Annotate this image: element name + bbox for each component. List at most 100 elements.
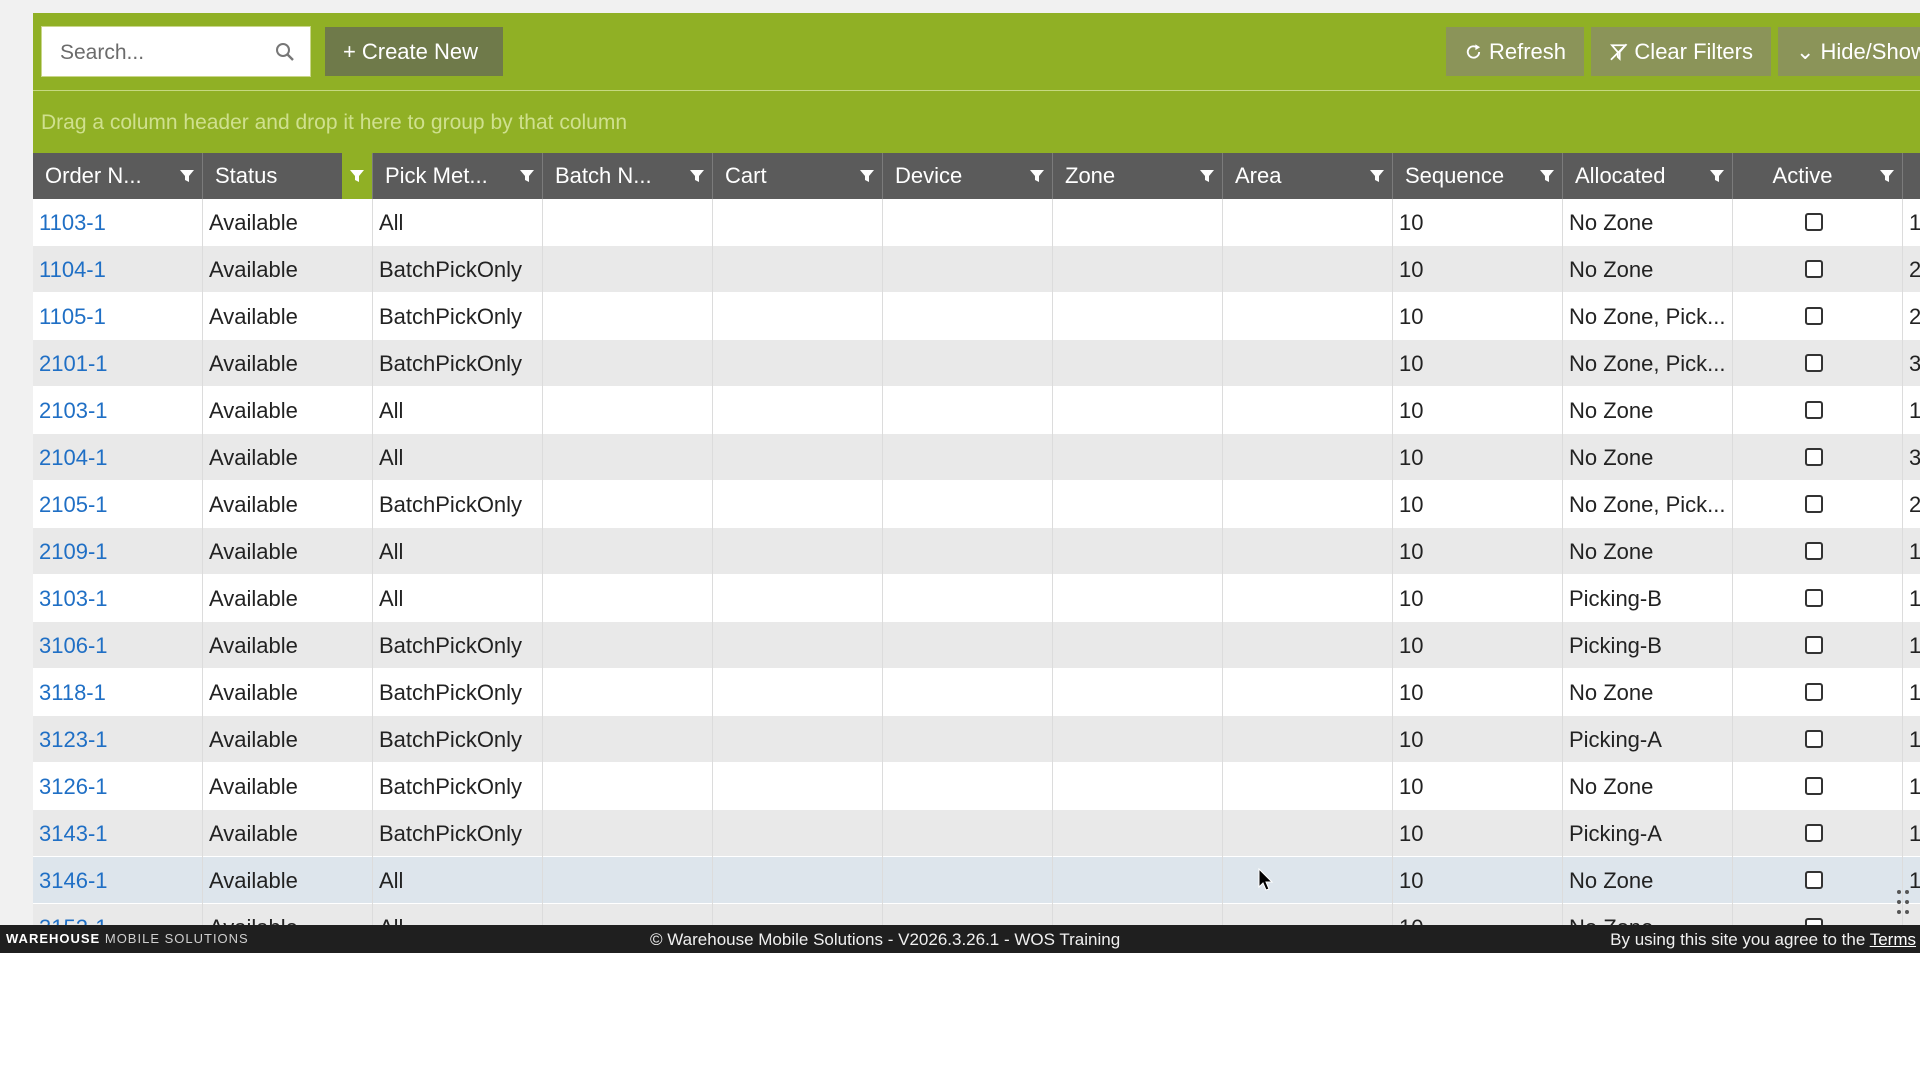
table-row[interactable]: 2103-1 Available All 10 No Zone 1 xyxy=(33,387,1920,434)
order-link[interactable]: 2109-1 xyxy=(39,539,108,565)
active-checkbox[interactable] xyxy=(1805,636,1823,654)
column-header-active[interactable]: Active xyxy=(1733,153,1903,199)
column-header-order[interactable]: Order N... xyxy=(33,153,203,199)
filter-icon[interactable] xyxy=(852,153,882,199)
filter-icon[interactable] xyxy=(682,153,712,199)
order-link[interactable]: 3103-1 xyxy=(39,586,108,612)
cell-order[interactable]: 2103-1 xyxy=(33,387,203,434)
filter-icon[interactable] xyxy=(512,153,542,199)
filter-icon[interactable] xyxy=(172,153,202,199)
cell-sequence: 10 xyxy=(1393,763,1563,810)
table-row[interactable]: 3126-1 Available BatchPickOnly 10 No Zone 1 xyxy=(33,763,1920,810)
active-checkbox[interactable] xyxy=(1805,260,1823,278)
cell-order[interactable]: 3126-1 xyxy=(33,763,203,810)
drag-handle-icon[interactable] xyxy=(1895,888,1911,916)
active-checkbox[interactable] xyxy=(1805,401,1823,419)
cell-order[interactable]: 2101-1 xyxy=(33,340,203,387)
filter-icon[interactable] xyxy=(1702,153,1732,199)
cell-order[interactable]: 1104-1 xyxy=(33,246,203,293)
filter-icon-active[interactable] xyxy=(342,153,372,199)
active-checkbox[interactable] xyxy=(1805,448,1823,466)
table-row[interactable]: 3152-1 Available All 10 No Zone xyxy=(33,904,1920,925)
cell-order[interactable]: 3152-1 xyxy=(33,904,203,925)
cell-order[interactable]: 2104-1 xyxy=(33,434,203,481)
order-link[interactable]: 3118-1 xyxy=(39,680,106,706)
column-header-allocated[interactable]: Allocated xyxy=(1563,153,1733,199)
cell-cart xyxy=(713,434,883,481)
clear-filters-button[interactable]: Clear Filters xyxy=(1591,27,1771,76)
filter-icon[interactable] xyxy=(1532,153,1562,199)
order-link[interactable]: 1105-1 xyxy=(39,304,106,330)
table-row[interactable]: 1105-1 Available BatchPickOnly 10 No Zone, P… xyxy=(33,293,1920,340)
order-link[interactable]: 2104-1 xyxy=(39,445,108,471)
column-header-batch[interactable]: Batch N... xyxy=(543,153,713,199)
cell-order[interactable]: 2109-1 xyxy=(33,528,203,575)
cell-order[interactable]: 2105-1 xyxy=(33,481,203,528)
active-checkbox[interactable] xyxy=(1805,918,1823,925)
cell-order[interactable]: 1105-1 xyxy=(33,293,203,340)
cell-order[interactable]: 3123-1 xyxy=(33,716,203,763)
table-row[interactable]: 3106-1 Available BatchPickOnly 10 Picking-B 1 xyxy=(33,622,1920,669)
table-row[interactable]: 3123-1 Available BatchPickOnly 10 Picking-A 1 xyxy=(33,716,1920,763)
table-row[interactable]: 3146-1 Available All 10 No Zone 1 xyxy=(33,857,1920,904)
order-link[interactable]: 3123-1 xyxy=(39,727,108,753)
group-by-panel[interactable]: Drag a column header and drop it here to… xyxy=(33,90,1920,153)
cell-order[interactable]: 3146-1 xyxy=(33,857,203,904)
active-checkbox[interactable] xyxy=(1805,824,1823,842)
filter-icon[interactable] xyxy=(1872,153,1902,199)
table-row[interactable]: 3118-1 Available BatchPickOnly 10 No Zone 1 xyxy=(33,669,1920,716)
table-row[interactable]: 1104-1 Available BatchPickOnly 10 No Zone 2 xyxy=(33,246,1920,293)
cell-order[interactable]: 3106-1 xyxy=(33,622,203,669)
table-row[interactable]: 2105-1 Available BatchPickOnly 10 No Zone, P… xyxy=(33,481,1920,528)
active-checkbox[interactable] xyxy=(1805,307,1823,325)
cell-order[interactable]: 1103-1 xyxy=(33,199,203,246)
table-row[interactable]: 2104-1 Available All 10 No Zone 3 xyxy=(33,434,1920,481)
cell-batch xyxy=(543,575,713,622)
order-link[interactable]: 2105-1 xyxy=(39,492,108,518)
column-header-zone[interactable]: Zone xyxy=(1053,153,1223,199)
order-link[interactable]: 1103-1 xyxy=(39,210,106,236)
cell-value: All xyxy=(379,868,404,893)
filter-icon[interactable] xyxy=(1192,153,1222,199)
filter-icon[interactable] xyxy=(1022,153,1052,199)
active-checkbox[interactable] xyxy=(1805,871,1823,889)
cell-order[interactable]: 3143-1 xyxy=(33,810,203,857)
table-row[interactable]: 1103-1 Available All 10 No Zone 1 xyxy=(33,199,1920,246)
active-checkbox[interactable] xyxy=(1805,730,1823,748)
order-link[interactable]: 2101-1 xyxy=(39,351,108,377)
table-row[interactable]: 2109-1 Available All 10 No Zone 1 xyxy=(33,528,1920,575)
order-link[interactable]: 1104-1 xyxy=(39,257,106,283)
cell-order[interactable]: 3118-1 xyxy=(33,669,203,716)
table-row[interactable]: 3103-1 Available All 10 Picking-B 1 xyxy=(33,575,1920,622)
hide-show-button[interactable]: ⌄ Hide/Show xyxy=(1778,27,1920,76)
search-input[interactable]: Search... xyxy=(41,26,311,77)
order-link[interactable]: 3106-1 xyxy=(39,633,108,659)
active-checkbox[interactable] xyxy=(1805,213,1823,231)
active-checkbox[interactable] xyxy=(1805,589,1823,607)
cell-order[interactable]: 3103-1 xyxy=(33,575,203,622)
active-checkbox[interactable] xyxy=(1805,542,1823,560)
create-new-button[interactable]: + Create New xyxy=(325,27,503,76)
active-checkbox[interactable] xyxy=(1805,354,1823,372)
column-header-cart[interactable]: Cart xyxy=(713,153,883,199)
terms-link[interactable]: Terms xyxy=(1870,930,1916,949)
order-link[interactable]: 3126-1 xyxy=(39,774,108,800)
order-link[interactable]: 3152-1 xyxy=(39,915,108,925)
column-header-area[interactable]: Area xyxy=(1223,153,1393,199)
cell-status: Available xyxy=(203,857,373,904)
order-link[interactable]: 2103-1 xyxy=(39,398,108,424)
column-header-sequence[interactable]: Sequence xyxy=(1393,153,1563,199)
column-header-device[interactable]: Device xyxy=(883,153,1053,199)
column-header-status[interactable]: Status xyxy=(203,153,373,199)
table-row[interactable]: 2101-1 Available BatchPickOnly 10 No Zone, P… xyxy=(33,340,1920,387)
order-link[interactable]: 3143-1 xyxy=(39,821,108,847)
column-header-pick-method[interactable]: Pick Met... xyxy=(373,153,543,199)
active-checkbox[interactable] xyxy=(1805,777,1823,795)
active-checkbox[interactable] xyxy=(1805,683,1823,701)
filter-icon[interactable] xyxy=(1362,153,1392,199)
cell-value: BatchPickOnly xyxy=(379,304,523,329)
order-link[interactable]: 3146-1 xyxy=(39,868,108,894)
active-checkbox[interactable] xyxy=(1805,495,1823,513)
table-row[interactable]: 3143-1 Available BatchPickOnly 10 Picking-A 1 xyxy=(33,810,1920,857)
refresh-button[interactable]: Refresh xyxy=(1446,27,1584,76)
